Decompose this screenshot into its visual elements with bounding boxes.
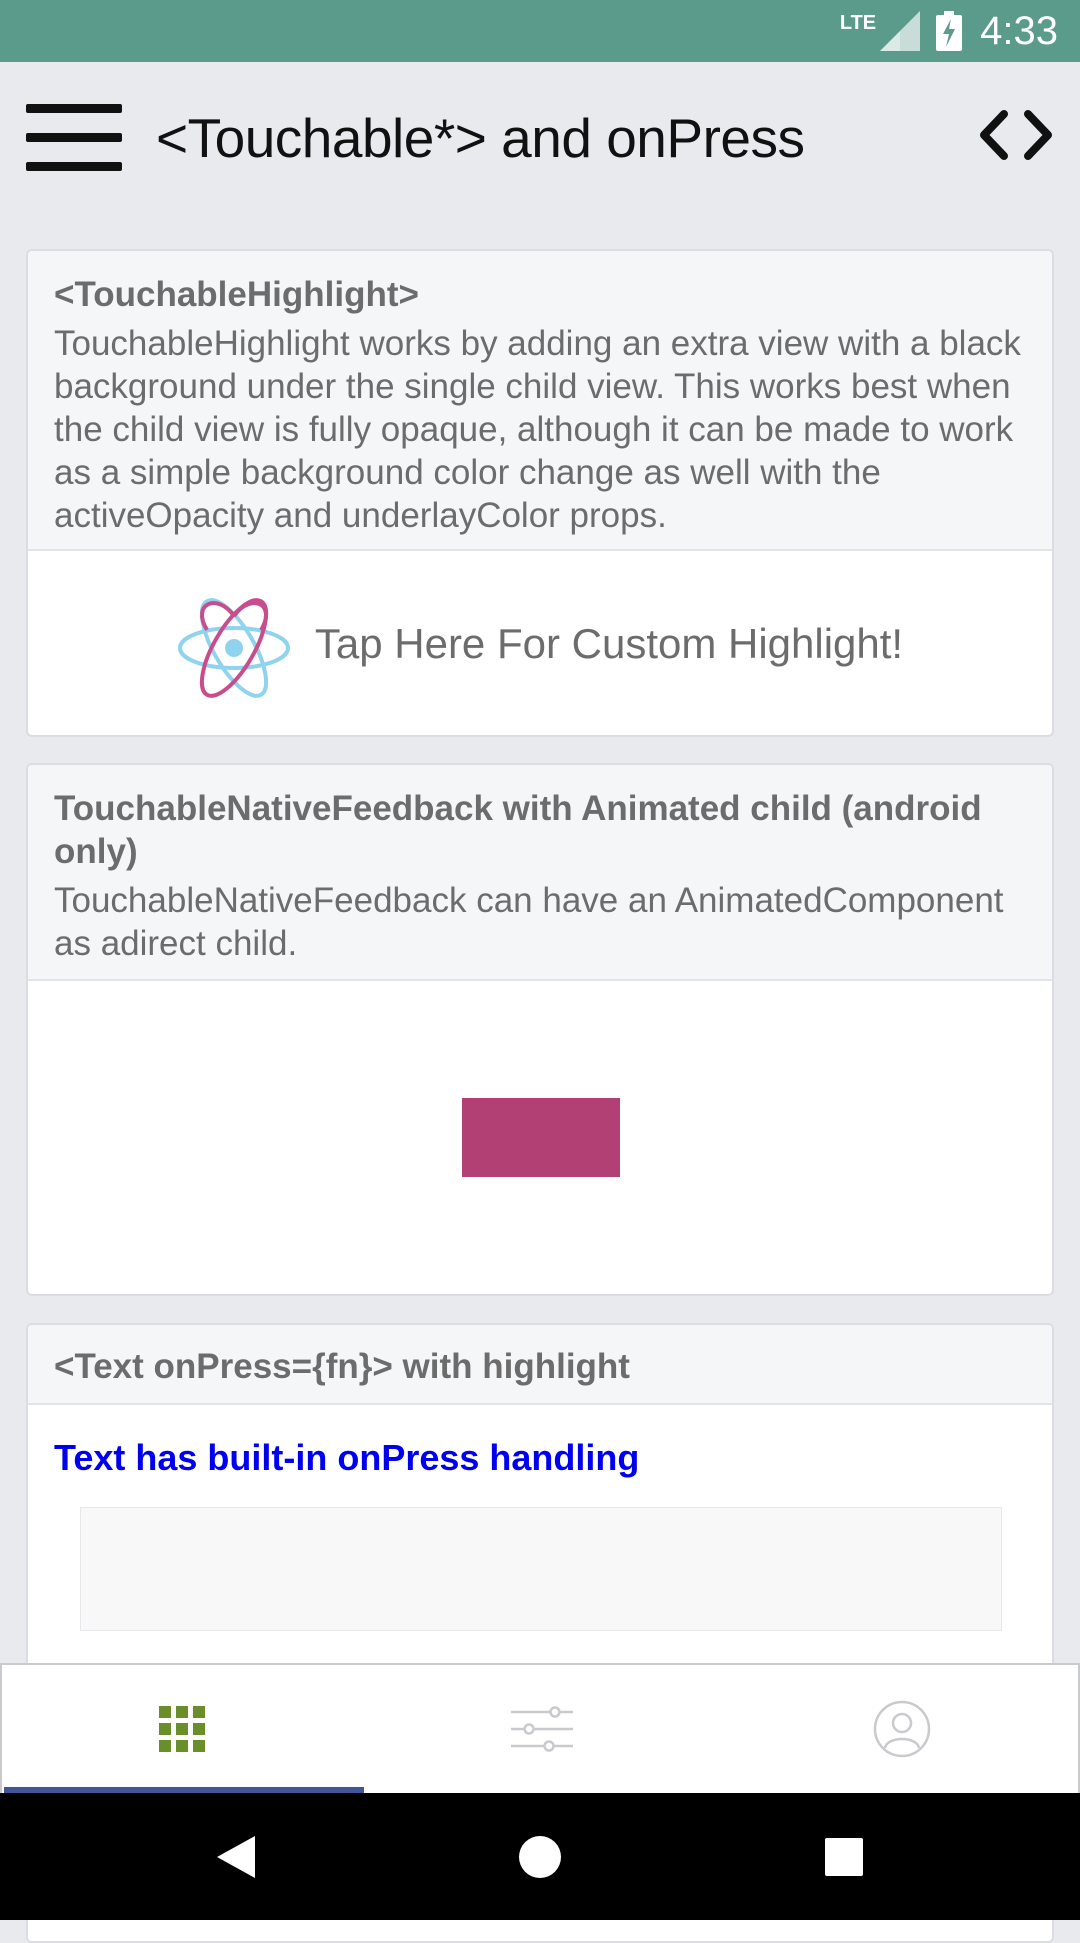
recents-button[interactable] bbox=[804, 1793, 884, 1920]
app-header: <Touchable*> and onPress bbox=[0, 62, 1080, 212]
sliders-icon bbox=[511, 1706, 573, 1752]
home-button[interactable] bbox=[500, 1793, 580, 1920]
card-description: TouchableNativeFeedback can have an Anim… bbox=[54, 881, 1004, 963]
card-description: TouchableHighlight works by adding an ex… bbox=[54, 324, 1021, 535]
network-type: LTE bbox=[839, 11, 877, 34]
grid-icon bbox=[159, 1706, 205, 1752]
page-title: <Touchable*> and onPress bbox=[156, 107, 805, 169]
press-log-box bbox=[80, 1507, 1002, 1631]
touchable-highlight-card: <TouchableHighlight> TouchableHighlight … bbox=[26, 249, 1054, 737]
recents-icon bbox=[825, 1837, 863, 1876]
code-icon[interactable] bbox=[978, 110, 1054, 160]
native-feedback-card: TouchableNativeFeedback with Animated ch… bbox=[26, 763, 1054, 1296]
react-logo-icon bbox=[177, 598, 290, 698]
back-button[interactable] bbox=[200, 1793, 272, 1920]
back-icon bbox=[217, 1835, 255, 1878]
custom-highlight-button[interactable]: Tap Here For Custom Highlight! bbox=[28, 551, 1052, 735]
card-header: <TouchableHighlight> TouchableHighlight … bbox=[28, 251, 1052, 551]
card-header: <Text onPress={fn}> with highlight bbox=[28, 1325, 1052, 1405]
menu-icon[interactable] bbox=[26, 104, 122, 172]
onpress-text-link[interactable]: Text has built-in onPress handling bbox=[54, 1437, 639, 1479]
clock: 4:33 bbox=[980, 8, 1058, 53]
card-title: TouchableNativeFeedback with Animated ch… bbox=[54, 789, 982, 871]
highlight-button-label: Tap Here For Custom Highlight! bbox=[314, 620, 904, 667]
animated-child-box[interactable] bbox=[462, 1098, 620, 1177]
tab-components[interactable] bbox=[2, 1665, 362, 1793]
card-header: TouchableNativeFeedback with Animated ch… bbox=[28, 765, 1052, 981]
tab-apis[interactable] bbox=[362, 1665, 722, 1793]
tab-profile[interactable] bbox=[722, 1665, 1080, 1793]
bottom-tab-bar bbox=[0, 1663, 1080, 1793]
user-icon bbox=[873, 1700, 931, 1758]
status-bar: LTE 4:33 bbox=[0, 0, 1080, 62]
home-icon bbox=[519, 1835, 561, 1878]
system-nav-bar bbox=[0, 1793, 1080, 1920]
card-title: <TouchableHighlight> bbox=[54, 275, 419, 314]
card-title: <Text onPress={fn}> with highlight bbox=[54, 1347, 630, 1386]
battery-charging-icon bbox=[936, 11, 963, 51]
signal-icon bbox=[880, 11, 921, 51]
